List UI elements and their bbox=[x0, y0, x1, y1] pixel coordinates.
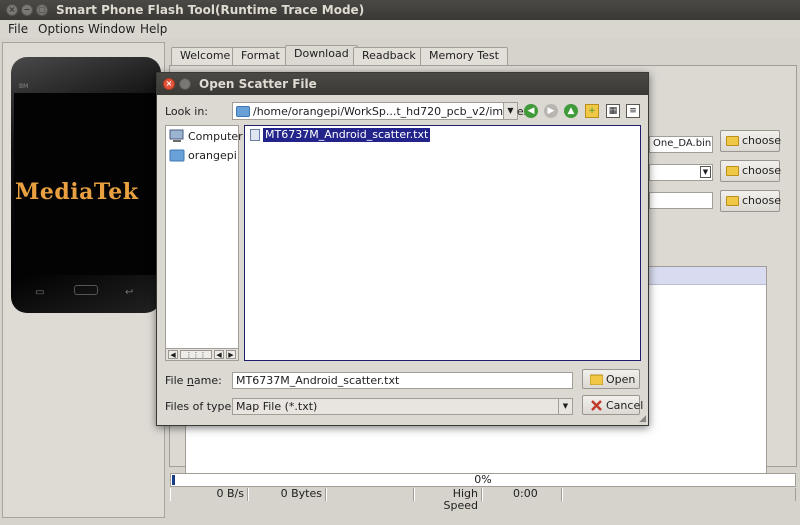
tab-memory-test[interactable]: Memory Test bbox=[420, 47, 508, 65]
status-time: 0:00 bbox=[482, 488, 562, 501]
scroll-thumb[interactable]: ⋮⋮⋮ bbox=[180, 350, 212, 359]
file-name-input[interactable]: MT6737M_Android_scatter.txt bbox=[232, 372, 573, 389]
status-bar: 0 B/s 0 Bytes High Speed 0:00 bbox=[170, 488, 796, 512]
scatter-dropdown[interactable]: ▼ bbox=[649, 164, 713, 181]
brand-logo: MediaTek bbox=[15, 179, 139, 205]
choose-label: choose bbox=[742, 194, 781, 207]
status-mode: High Speed bbox=[414, 488, 482, 512]
choose-auth-button[interactable]: choose bbox=[720, 190, 781, 212]
menu-help[interactable]: Help bbox=[140, 22, 167, 36]
window-maximize-button[interactable]: ▢ bbox=[36, 4, 48, 16]
choose-label: choose bbox=[742, 164, 781, 177]
files-of-type-value: Map File (*.txt) bbox=[236, 400, 318, 413]
sidebar-item-orangepi[interactable]: orangepi bbox=[168, 147, 238, 165]
dialog-minimize-button[interactable] bbox=[179, 78, 191, 90]
chevron-down-icon[interactable]: ▼ bbox=[503, 103, 517, 119]
status-speed: 0 B/s bbox=[170, 488, 248, 501]
chevron-down-icon[interactable]: ▼ bbox=[558, 399, 572, 414]
phone-preview-pane: BM MediaTek ▭ ↩ bbox=[2, 42, 165, 518]
back-icon[interactable]: ◀ bbox=[524, 104, 538, 118]
sidebar-item-computer[interactable]: Computer bbox=[168, 128, 243, 146]
tab-welcome[interactable]: Welcome bbox=[171, 47, 240, 65]
back-key-icon: ↩ bbox=[125, 287, 134, 298]
computer-icon bbox=[169, 129, 185, 143]
progress-bar: 0% bbox=[170, 473, 796, 487]
progress-percent: 0% bbox=[474, 473, 492, 486]
file-name: MT6737M_Android_scatter.txt bbox=[261, 127, 432, 143]
look-in-label: Look in: bbox=[165, 105, 208, 118]
cancel-button[interactable]: Cancel bbox=[582, 395, 644, 415]
choose-label: choose bbox=[742, 134, 781, 147]
new-folder-icon[interactable]: + bbox=[585, 104, 599, 118]
look-in-value: /home/orangepi/WorkSp...t_hd720_pcb_v2/i… bbox=[253, 105, 530, 118]
folder-icon bbox=[169, 148, 185, 162]
places-sidebar: Computer orangepi ◀ ⋮⋮⋮ ◀ ▶ bbox=[165, 125, 243, 361]
folder-icon bbox=[726, 166, 739, 176]
cancel-icon bbox=[590, 400, 603, 411]
choose-da-button[interactable]: choose bbox=[720, 130, 781, 152]
folder-icon bbox=[726, 196, 739, 206]
file-list: MT6737M_Android_scatter.txt bbox=[244, 125, 641, 361]
sidebar-scrollbar[interactable]: ◀ ⋮⋮⋮ ◀ ▶ bbox=[166, 348, 238, 360]
look-in-combo[interactable]: /home/orangepi/WorkSp...t_hd720_pcb_v2/i… bbox=[232, 102, 529, 120]
tab-format[interactable]: Format bbox=[232, 47, 289, 65]
forward-icon[interactable]: ▶ bbox=[544, 104, 558, 118]
dialog-title: Open Scatter File bbox=[199, 77, 317, 91]
choose-scatter-button[interactable]: choose bbox=[720, 160, 781, 182]
cancel-label: Cancel bbox=[606, 399, 644, 412]
window-titlebar: × − ▢ Smart Phone Flash Tool(Runtime Tra… bbox=[0, 0, 800, 20]
window-close-button[interactable]: × bbox=[6, 4, 18, 16]
open-label: Open bbox=[606, 373, 636, 386]
folder-open-icon bbox=[589, 374, 604, 386]
sidebar-item-label: Computer bbox=[188, 130, 243, 143]
menu-bar: File Options Window Help bbox=[0, 20, 800, 38]
chevron-down-icon: ▼ bbox=[700, 166, 711, 178]
auth-file-field[interactable] bbox=[649, 192, 713, 209]
resize-grip-icon[interactable]: ◢ bbox=[639, 414, 646, 424]
status-bytes: 0 Bytes bbox=[248, 488, 326, 501]
dialog-close-button[interactable]: × bbox=[163, 78, 175, 90]
file-name-label: File name: bbox=[165, 374, 222, 387]
folder-icon bbox=[726, 136, 739, 146]
tab-download[interactable]: Download bbox=[285, 45, 358, 66]
status-extra bbox=[562, 488, 796, 501]
window-title: Smart Phone Flash Tool(Runtime Trace Mod… bbox=[56, 3, 365, 17]
files-of-type-label: Files of type: bbox=[165, 400, 236, 413]
menu-options[interactable]: Options bbox=[38, 22, 84, 36]
scroll-left-icon[interactable]: ◀ bbox=[168, 350, 178, 359]
menu-file[interactable]: File bbox=[8, 22, 28, 36]
scroll-right-icon[interactable]: ▶ bbox=[226, 350, 236, 359]
tab-readback[interactable]: Readback bbox=[353, 47, 425, 65]
folder-icon bbox=[236, 106, 250, 117]
scroll-left-icon[interactable]: ◀ bbox=[214, 350, 224, 359]
menu-key-icon: ▭ bbox=[35, 287, 45, 298]
phone-image: BM MediaTek ▭ ↩ bbox=[11, 57, 161, 313]
parent-folder-icon[interactable]: ▲ bbox=[564, 104, 578, 118]
home-key-icon bbox=[74, 285, 98, 295]
detail-view-icon[interactable]: ≡ bbox=[626, 104, 640, 118]
menu-window[interactable]: Window bbox=[88, 22, 135, 36]
sidebar-item-label: orangepi bbox=[188, 149, 237, 162]
open-button[interactable]: Open bbox=[582, 369, 640, 389]
text-file-icon bbox=[250, 129, 260, 141]
phone-small-label: BM bbox=[19, 83, 29, 90]
dialog-titlebar: × Open Scatter File bbox=[157, 73, 648, 95]
files-of-type-combo[interactable]: Map File (*.txt) ▼ bbox=[232, 398, 573, 415]
list-view-icon[interactable]: ▦ bbox=[606, 104, 620, 118]
status-empty bbox=[326, 488, 414, 501]
da-file-field[interactable]: One_DA.bin bbox=[649, 136, 713, 153]
window-minimize-button[interactable]: − bbox=[21, 4, 33, 16]
open-scatter-dialog: × Open Scatter File Look in: /home/orang… bbox=[156, 72, 649, 426]
